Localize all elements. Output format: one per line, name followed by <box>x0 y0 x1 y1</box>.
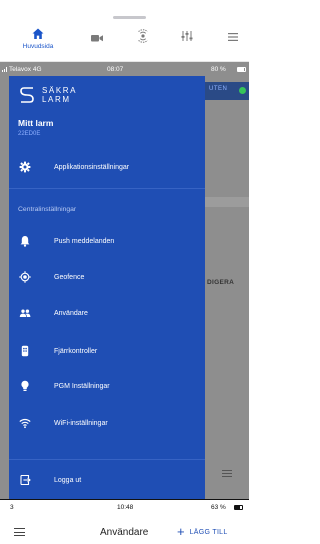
add-user-button[interactable]: + LÄGG TILL <box>177 524 228 539</box>
tab-remote[interactable] <box>128 29 158 59</box>
tab-home-label: Huvudsida <box>22 43 54 50</box>
menu-item-label: Användare <box>54 309 88 317</box>
menu-item-remotes[interactable]: Fjärrkontroller <box>9 337 205 365</box>
menu-item-label: Applikationsinställningar <box>54 163 130 171</box>
users-icon <box>19 307 31 319</box>
menu-item-push[interactable]: Push meddelanden <box>9 227 205 255</box>
status-bar: Telavox 4G 08:07 80 % <box>0 62 249 76</box>
battery-percent: 63 % <box>211 504 226 511</box>
sheet-grabber[interactable] <box>113 16 146 19</box>
bulb-icon <box>19 380 31 392</box>
brand-line-1: SÄKRA <box>42 86 78 95</box>
battery-percent: 80 % <box>211 66 226 73</box>
location-icon <box>19 271 31 283</box>
camera-icon <box>91 35 103 42</box>
menu-item-label: Push meddelanden <box>54 237 115 245</box>
menu-item-label: Geofence <box>54 273 85 281</box>
sliders-icon <box>181 31 193 41</box>
menu-item-app-settings[interactable]: Applikationsinställningar <box>9 153 205 181</box>
menu-item-label: Logga ut <box>54 476 82 484</box>
status-time: 08:07 <box>107 66 124 73</box>
page-title: Användare <box>100 527 149 538</box>
tab-home[interactable]: Huvudsida <box>23 27 53 57</box>
menu-item-wifi[interactable]: WiFi-inställningar <box>9 409 205 437</box>
navigation-drawer: SÄKRA LARM Mitt larm 22ED0E Applikations… <box>9 76 205 499</box>
tab-menu[interactable] <box>218 30 248 60</box>
status-dot <box>239 87 246 94</box>
menu-item-label: WiFi-inställningar <box>54 419 108 427</box>
background-status-strip: UTEN <box>205 82 249 100</box>
menu-item-geofence[interactable]: Geofence <box>9 263 205 291</box>
menu-item-label: PGM Inställningar <box>54 382 110 390</box>
divider <box>9 459 205 460</box>
add-button-label: LÄGG TILL <box>189 528 228 536</box>
menu-icon <box>228 33 238 41</box>
remote-icon <box>138 29 148 43</box>
gear-icon <box>19 161 31 173</box>
background-menu-icon <box>222 470 232 479</box>
background-word: DIGERA <box>207 279 235 286</box>
battery-icon <box>237 67 246 72</box>
hamburger-menu-icon[interactable] <box>14 528 25 539</box>
home-icon <box>32 28 44 39</box>
menu-item-users[interactable]: Användare <box>9 299 205 327</box>
carrier-label: Telavox 4G <box>9 66 42 73</box>
brand-logo: SÄKRA LARM <box>18 86 77 104</box>
account-id: 22ED0E <box>18 131 41 137</box>
users-screen-header: 3 10:48 63 % Användare + LÄGG TILL <box>0 499 249 544</box>
signal-icon <box>2 67 8 72</box>
logout-icon <box>19 474 31 486</box>
battery-icon <box>234 505 243 510</box>
carrier-label: 3 <box>10 504 14 511</box>
background-pill-text: UTEN <box>209 86 228 92</box>
menu-item-pgm[interactable]: PGM Inställningar <box>9 372 205 400</box>
plus-icon: + <box>177 524 185 539</box>
remote-control-icon <box>19 345 31 357</box>
logo-icon <box>20 87 34 103</box>
tab-sliders[interactable] <box>172 29 202 59</box>
brand-line-2: LARM <box>42 95 71 104</box>
status-time: 10:48 <box>117 504 134 511</box>
menu-item-logout[interactable]: Logga ut <box>9 466 205 494</box>
menu-item-label: Fjärrkontroller <box>54 347 98 355</box>
bell-icon <box>19 235 31 247</box>
section-title: Centralinställningar <box>18 206 77 213</box>
tab-bar: Huvudsida <box>0 0 249 62</box>
status-bar-bottom: 3 10:48 63 % <box>0 502 249 514</box>
tab-camera[interactable] <box>82 31 112 61</box>
account-name: Mitt larm <box>18 118 54 128</box>
divider <box>9 188 205 189</box>
background-band <box>205 197 249 207</box>
wifi-icon <box>19 417 31 429</box>
